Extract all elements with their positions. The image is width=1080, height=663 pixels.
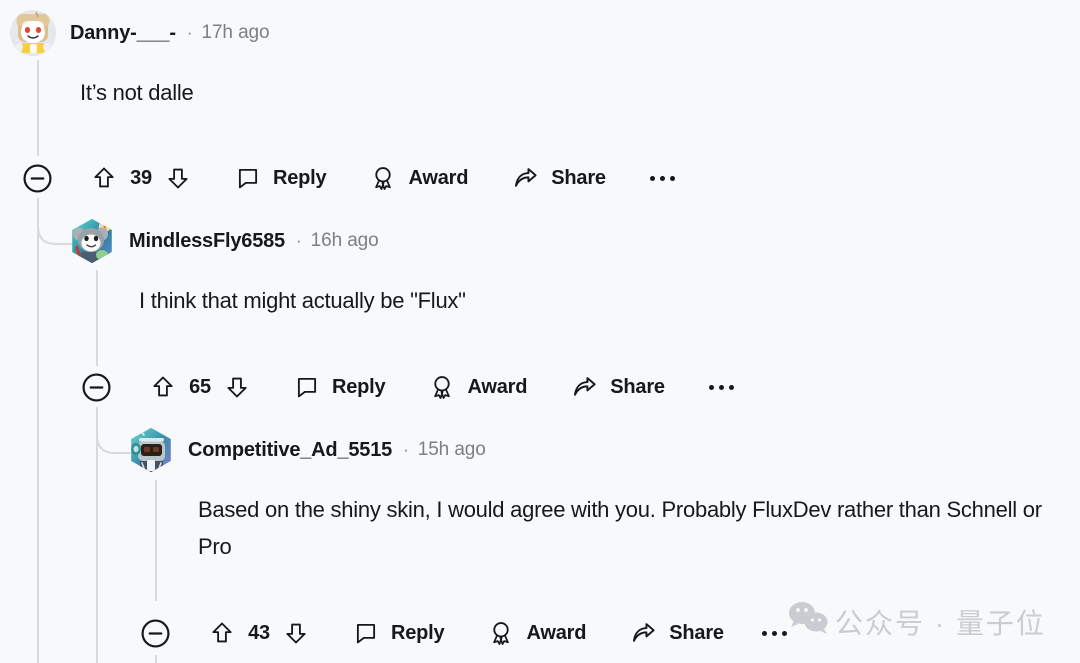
collapse-icon[interactable]	[81, 372, 112, 403]
watermark: 公众号 · 量子位	[787, 600, 1046, 643]
comment-author[interactable]: Danny-___-	[70, 22, 176, 45]
comment-body: It’s not dalle	[80, 80, 194, 105]
comment-body: I think that might actually be "Flux"	[139, 288, 466, 313]
speech-bubble-icon	[235, 165, 261, 191]
collapse-icon[interactable]	[140, 618, 171, 649]
share-button[interactable]: Share	[630, 613, 724, 653]
share-label: Share	[669, 621, 724, 644]
reply-label: Reply	[391, 621, 445, 644]
upvote-icon[interactable]	[209, 620, 235, 646]
vote-count: 65	[189, 375, 211, 398]
downvote-icon[interactable]	[224, 374, 250, 400]
wechat-logo-icon	[787, 600, 831, 643]
upvote-icon[interactable]	[91, 165, 117, 191]
share-button[interactable]: Share	[571, 367, 665, 407]
award-label: Award	[526, 621, 587, 644]
watermark-text: 公众号 · 量子位	[835, 607, 1046, 639]
comment-timestamp: 15h ago	[417, 439, 486, 460]
share-label: Share	[610, 375, 665, 398]
comment-item: Danny-___- · 17h ago It’s not dalle	[10, 10, 270, 111]
award-button[interactable]: Award	[429, 367, 527, 407]
snoo-koala-avatar	[72, 218, 112, 264]
vote-group: 43	[209, 620, 309, 646]
reply-label: Reply	[273, 166, 327, 189]
comment-thread: Danny-___- · 17h ago It’s not dalle 39 R…	[0, 0, 1080, 663]
comment-action-bar: 39 Reply Award Share	[22, 158, 675, 198]
reply-button[interactable]: Reply	[235, 158, 327, 198]
reply-button[interactable]: Reply	[294, 367, 386, 407]
downvote-icon[interactable]	[283, 620, 309, 646]
comment-author[interactable]: MindlessFly6585	[129, 230, 285, 253]
comment-header: Danny-___- · 17h ago	[10, 10, 270, 56]
share-arrow-icon	[630, 620, 657, 647]
comment-action-bar: 43 Reply Award Share	[140, 613, 787, 653]
award-label: Award	[467, 375, 528, 398]
comment-action-bar: 65 Reply Award Share	[81, 367, 734, 407]
vote-group: 65	[150, 374, 250, 400]
comment-author[interactable]: Competitive_Ad_5515	[188, 439, 392, 462]
comment-item: MindlessFly6585 · 16h ago I think that m…	[69, 218, 466, 319]
avatar[interactable]	[72, 218, 112, 264]
comment-header: Competitive_Ad_5515 · 15h ago	[128, 427, 1080, 473]
thread-line-depth-1-lower[interactable]	[96, 409, 98, 663]
snoo-robot-avatar	[131, 427, 171, 473]
upvote-icon[interactable]	[150, 374, 176, 400]
more-options-icon[interactable]	[708, 384, 734, 390]
share-arrow-icon	[512, 165, 539, 192]
snoo-bread-avatar	[10, 10, 56, 56]
comment-timestamp: 17h ago	[201, 22, 270, 43]
thread-line-depth-0-lower[interactable]	[37, 200, 39, 663]
reply-label: Reply	[332, 375, 386, 398]
collapse-icon[interactable]	[22, 163, 53, 194]
award-rosette-icon	[370, 165, 396, 191]
award-rosette-icon	[488, 620, 514, 646]
speech-bubble-icon	[353, 620, 379, 646]
share-arrow-icon	[571, 374, 598, 401]
avatar[interactable]	[10, 10, 56, 56]
downvote-icon[interactable]	[165, 165, 191, 191]
more-options-icon[interactable]	[761, 630, 787, 636]
share-button[interactable]: Share	[512, 158, 606, 198]
meta-separator: ·	[186, 23, 193, 42]
more-options-icon[interactable]	[649, 175, 675, 181]
thread-line-depth-2-lower[interactable]	[155, 655, 157, 663]
award-button[interactable]: Award	[370, 158, 468, 198]
comment-item: Competitive_Ad_5515 · 15h ago Based on t…	[128, 427, 1080, 565]
reply-button[interactable]: Reply	[353, 613, 445, 653]
vote-group: 39	[91, 165, 191, 191]
share-label: Share	[551, 166, 606, 189]
award-label: Award	[408, 166, 469, 189]
meta-separator: ·	[295, 231, 302, 250]
comment-timestamp: 16h ago	[310, 230, 379, 251]
comment-body: Based on the shiny skin, I would agree w…	[198, 497, 1042, 559]
vote-count: 43	[248, 621, 270, 644]
vote-count: 39	[130, 166, 152, 189]
avatar[interactable]	[131, 427, 171, 473]
award-button[interactable]: Award	[488, 613, 586, 653]
speech-bubble-icon	[294, 374, 320, 400]
meta-separator: ·	[403, 440, 409, 459]
award-rosette-icon	[429, 374, 455, 400]
comment-header: MindlessFly6585 · 16h ago	[69, 218, 466, 264]
